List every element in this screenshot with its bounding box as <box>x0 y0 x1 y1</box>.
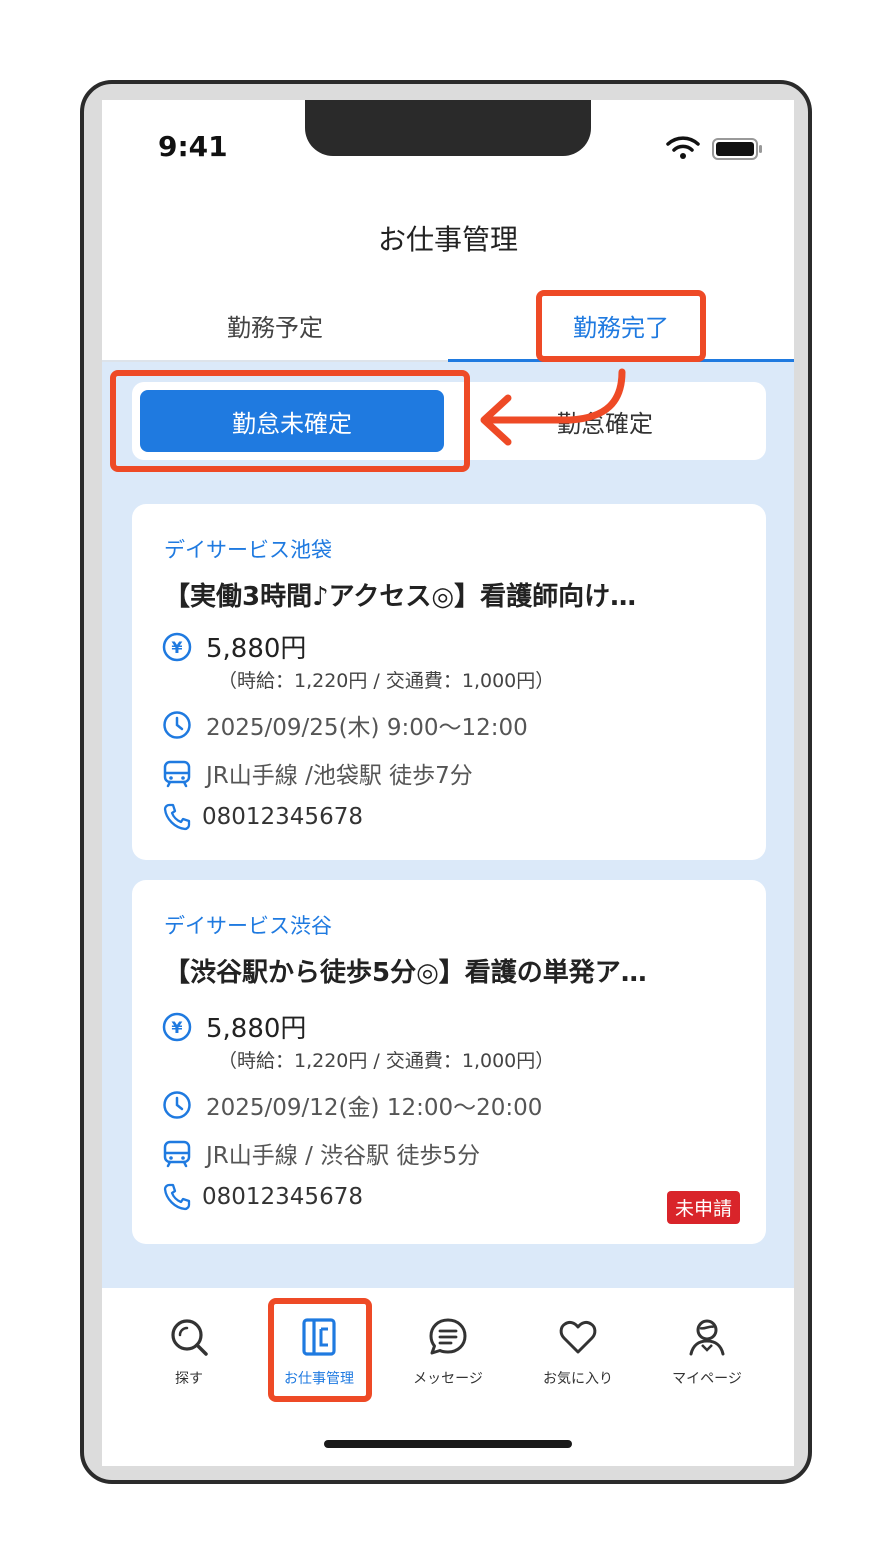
annotation-arrow <box>480 368 626 446</box>
